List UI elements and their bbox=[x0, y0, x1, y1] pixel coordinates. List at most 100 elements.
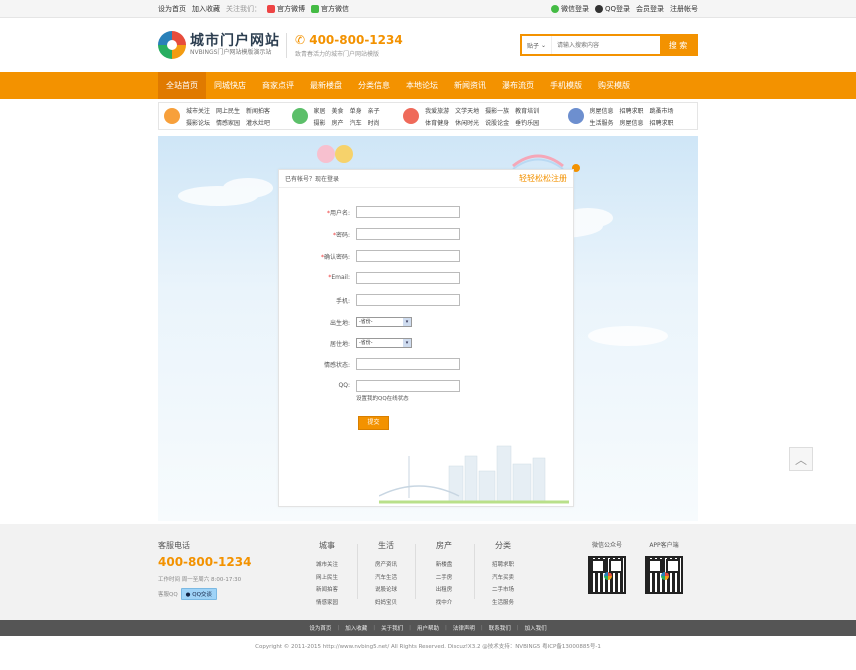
footer-column: 分类招聘求职 汽车买卖 二手市场 生活服务 bbox=[483, 540, 523, 609]
category-link[interactable]: 我爱旅游 bbox=[425, 106, 449, 115]
qq-field[interactable] bbox=[356, 380, 460, 392]
search-input[interactable] bbox=[552, 36, 660, 54]
bottom-link[interactable]: 关于我们 bbox=[381, 624, 403, 632]
category-link[interactable]: 单身 bbox=[350, 106, 362, 115]
footer-link[interactable]: 二手市场 bbox=[483, 584, 523, 597]
category-link[interactable]: 跳蚤市场 bbox=[650, 106, 674, 115]
nav-item[interactable]: 本地论坛 bbox=[398, 72, 446, 99]
wechat-link[interactable]: 官方微信 bbox=[311, 4, 349, 14]
search-bar: 贴子 ⌄ 搜 索 bbox=[520, 34, 698, 56]
category-link[interactable]: 休闲时光 bbox=[455, 118, 479, 127]
footer-link[interactable]: 二手房 bbox=[424, 572, 464, 585]
bottom-link[interactable]: 加入我们 bbox=[525, 624, 547, 632]
site-logo[interactable]: 城市门户网站 NVBINGS门户网站模版演示站 bbox=[158, 30, 280, 60]
category-link[interactable]: 汽车 bbox=[350, 118, 362, 127]
footer-link[interactable]: 新闻拍客 bbox=[307, 584, 347, 597]
category-icon bbox=[164, 108, 180, 124]
confirm-password-field[interactable] bbox=[356, 250, 460, 262]
set-home-link[interactable]: 设为首页 bbox=[158, 4, 186, 14]
search-button[interactable]: 搜 索 bbox=[660, 36, 696, 54]
category-link[interactable]: 摄影论坛 bbox=[186, 118, 210, 127]
chevron-down-icon: ▾ bbox=[403, 318, 411, 326]
category-link[interactable]: 说股论金 bbox=[485, 118, 509, 127]
category-link[interactable]: 城市关注 bbox=[186, 106, 210, 115]
qq-login-link[interactable]: QQ登录 bbox=[594, 4, 630, 14]
back-to-top-button[interactable]: ︿ bbox=[789, 447, 813, 471]
category-link[interactable]: 摄影一族 bbox=[485, 106, 509, 115]
follow-label: 关注我们： bbox=[226, 5, 261, 13]
nav-item[interactable]: 商家点评 bbox=[254, 72, 302, 99]
footer-column-title: 分类 bbox=[495, 541, 511, 550]
bottom-link[interactable]: 设为首页 bbox=[309, 624, 331, 632]
link-separator: | bbox=[516, 625, 519, 631]
nav-item[interactable]: 购买模版 bbox=[590, 72, 638, 99]
footer-link[interactable]: 找中介 bbox=[424, 597, 464, 610]
category-link[interactable]: 房产 bbox=[332, 118, 344, 127]
bottom-link[interactable]: 用户帮助 bbox=[417, 624, 439, 632]
email-field[interactable] bbox=[356, 272, 460, 284]
mobile-field[interactable] bbox=[356, 294, 460, 306]
nav-item[interactable]: 同城快店 bbox=[206, 72, 254, 99]
search-scope-select[interactable]: 贴子 ⌄ bbox=[522, 36, 552, 54]
footer-link[interactable]: 房产资讯 bbox=[366, 559, 406, 572]
nav-item[interactable]: 分类信息 bbox=[350, 72, 398, 99]
category-link[interactable]: 亲子 bbox=[368, 106, 380, 115]
footer-link[interactable]: 新楼盘 bbox=[424, 559, 464, 572]
residence-select[interactable]: -省份- ▾ bbox=[356, 338, 412, 348]
username-field[interactable] bbox=[356, 206, 460, 218]
register-link[interactable]: 注册帐号 bbox=[670, 4, 698, 14]
category-link[interactable]: 教育培训 bbox=[515, 106, 539, 115]
category-link[interactable]: 摄影 bbox=[314, 118, 326, 127]
footer-link[interactable]: 网上民生 bbox=[307, 572, 347, 585]
nav-item[interactable]: 瀑布流页 bbox=[494, 72, 542, 99]
category-link[interactable]: 时尚 bbox=[368, 118, 380, 127]
password-field[interactable] bbox=[356, 228, 460, 240]
category-link[interactable]: 体育健身 bbox=[425, 118, 449, 127]
wechat-qr-code bbox=[588, 556, 626, 594]
weibo-link[interactable]: 官方微博 bbox=[267, 4, 305, 14]
nav-item[interactable]: 全站首页 bbox=[158, 72, 206, 99]
category-link[interactable]: 家居 bbox=[314, 106, 326, 115]
bottom-link[interactable]: 加入收藏 bbox=[345, 624, 367, 632]
category-link[interactable]: 新闻拍客 bbox=[246, 106, 270, 115]
footer-link[interactable]: 妈妈宝贝 bbox=[366, 597, 406, 610]
birthplace-select[interactable]: -省份- ▾ bbox=[356, 317, 412, 327]
bottom-link[interactable]: 联系我们 bbox=[489, 624, 511, 632]
category-group: 房屋信息 招聘求职 跳蚤市场 生活服务 房屋信息 招聘求职 bbox=[563, 103, 698, 129]
category-link[interactable]: 网上民生 bbox=[216, 106, 240, 115]
relationship-field[interactable] bbox=[356, 358, 460, 370]
qq-chat-button[interactable]: ● QQ交谈 bbox=[180, 588, 217, 600]
login-prompt[interactable]: 已有帐号？现在登录 bbox=[285, 174, 339, 183]
category-link[interactable]: 美食 bbox=[332, 106, 344, 115]
category-link[interactable]: 情感家园 bbox=[216, 118, 240, 127]
logo-subtitle: NVBINGS门户网站模版演示站 bbox=[190, 49, 272, 56]
footer-link[interactable]: 出租房 bbox=[424, 584, 464, 597]
category-link[interactable]: 招聘求职 bbox=[620, 106, 644, 115]
footer-link[interactable]: 城市关注 bbox=[307, 559, 347, 572]
footer-link[interactable]: 情感家园 bbox=[307, 597, 347, 610]
category-link[interactable]: 招聘求职 bbox=[650, 118, 674, 127]
wechat-login-link[interactable]: 微信登录 bbox=[550, 4, 589, 14]
member-login-link[interactable]: 会员登录 bbox=[636, 4, 664, 14]
footer-link[interactable]: 汽车生活 bbox=[366, 572, 406, 585]
category-link[interactable]: 房屋信息 bbox=[590, 106, 614, 115]
category-link[interactable]: 房屋信息 bbox=[620, 118, 644, 127]
category-link[interactable]: 文学天地 bbox=[455, 106, 479, 115]
add-favorite-link[interactable]: 加入收藏 bbox=[192, 4, 220, 14]
nav-item[interactable]: 最新楼盘 bbox=[302, 72, 350, 99]
footer-link[interactable]: 招聘求职 bbox=[483, 559, 523, 572]
category-link[interactable]: 生活服务 bbox=[590, 118, 614, 127]
footer-divider bbox=[357, 544, 358, 599]
bottom-link[interactable]: 法律声明 bbox=[453, 624, 475, 632]
footer-link[interactable]: 说股论球 bbox=[366, 584, 406, 597]
nav-item[interactable]: 新闻资讯 bbox=[446, 72, 494, 99]
category-link[interactable]: 垂钓乐园 bbox=[515, 118, 539, 127]
footer-link[interactable]: 汽车买卖 bbox=[483, 572, 523, 585]
submit-button[interactable]: 提交 bbox=[358, 416, 389, 430]
footer-link[interactable]: 生活服务 bbox=[483, 597, 523, 610]
category-link[interactable]: 灌水灶吧 bbox=[246, 118, 270, 127]
nav-item[interactable]: 手机模版 bbox=[542, 72, 590, 99]
footer-column: 城事 城市关注 网上民生 新闻拍客 情感家园 bbox=[307, 540, 347, 609]
link-separator: | bbox=[373, 625, 376, 631]
qq-status-hint[interactable]: 设置我的QQ在线状态 bbox=[356, 394, 409, 402]
